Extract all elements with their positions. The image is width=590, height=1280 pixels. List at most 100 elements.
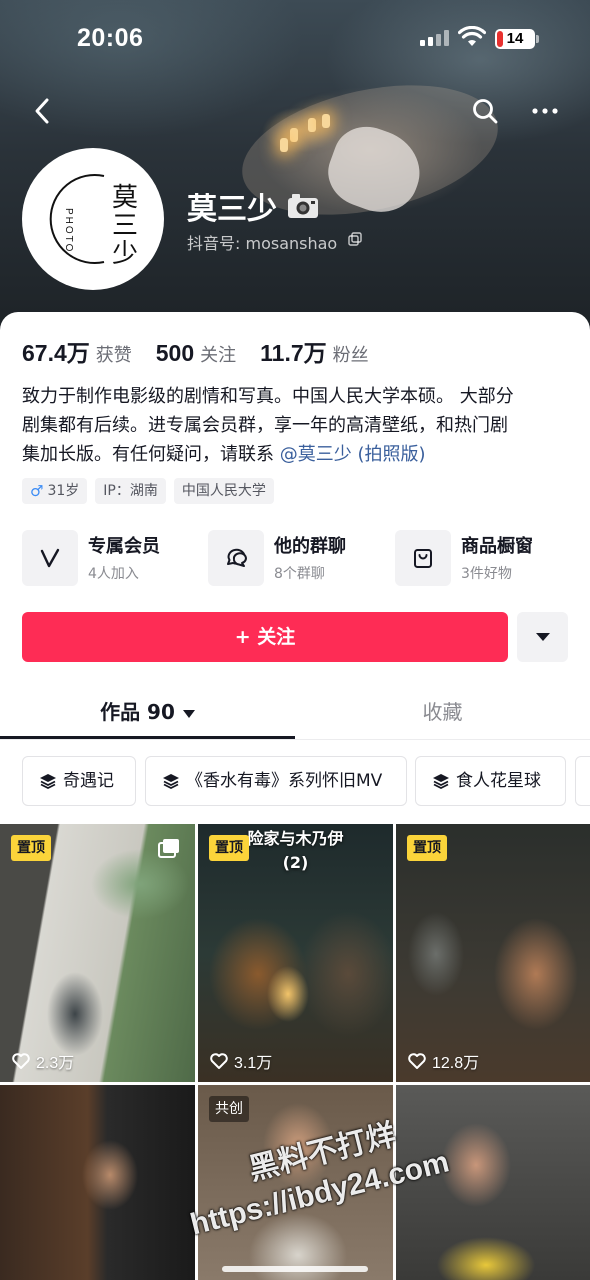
heart-icon xyxy=(12,1053,30,1069)
like-count-value: 12.8万 xyxy=(432,1055,480,1072)
tab-works[interactable]: 作品 90 xyxy=(0,690,295,740)
pinned-badge: 置顶 xyxy=(407,835,447,861)
battery-icon: 14 xyxy=(495,29,535,49)
video-thumbnail[interactable]: 置顶 12.8万 xyxy=(396,824,590,1082)
collection-chip[interactable]: 奇遇记 xyxy=(22,756,136,806)
feature-title: 专属会员 xyxy=(88,536,160,557)
profile-features: 专属会员 4人加入 他的群聊 8个群聊 商品橱窗 3件好物 xyxy=(22,530,578,586)
collection-label: 食人花星球 xyxy=(456,771,541,791)
layers-icon xyxy=(163,774,179,790)
collection-chips: 奇遇记 《香水有毒》系列怀旧MV 食人花星球 xyxy=(22,756,590,806)
layers-icon xyxy=(433,774,449,790)
feature-icon-box xyxy=(208,530,264,586)
tab-favorites[interactable]: 收藏 xyxy=(295,690,590,740)
bio-line-text: 集加长版。有任何疑问，请联系 xyxy=(22,444,274,465)
video-thumbnail[interactable] xyxy=(0,1085,195,1280)
bio-line: 致力于制作电影级的剧情和写真。中国人民大学本硕。 大部分 xyxy=(22,386,514,407)
tag-school[interactable]: 中国人民大学 xyxy=(173,478,274,504)
pinned-badge: 置顶 xyxy=(11,835,51,861)
search-icon[interactable] xyxy=(470,96,500,126)
back-arrow-icon[interactable] xyxy=(28,96,58,126)
camera-badge-icon xyxy=(288,194,318,218)
status-time: 20:06 xyxy=(77,24,144,52)
collection-chip[interactable]: 食人花星球 xyxy=(415,756,566,806)
cellular-signal-icon xyxy=(420,30,450,46)
tag-label: 31岁 xyxy=(47,483,80,499)
shopping-bag-icon xyxy=(414,549,432,568)
copy-icon[interactable] xyxy=(348,232,362,246)
male-gender-icon: ♂ xyxy=(30,482,44,500)
collection-label: 奇遇记 xyxy=(63,771,114,791)
home-indicator[interactable] xyxy=(222,1266,368,1272)
follow-button[interactable]: + 关注 xyxy=(22,612,508,662)
more-options-icon[interactable] xyxy=(530,96,560,126)
tab-active-indicator xyxy=(0,736,295,739)
co-create-badge: 共创 xyxy=(209,1096,249,1122)
tab-label: 收藏 xyxy=(422,700,463,724)
video-thumbnail[interactable]: 置顶 2.3万 xyxy=(0,824,195,1082)
chevron-down-icon xyxy=(536,633,550,641)
avatar-logo-subtext: PHOTO xyxy=(63,208,74,254)
bio-mention-link[interactable]: @莫三少 (拍照版) xyxy=(280,444,426,465)
caret-down-icon xyxy=(182,709,195,718)
tag-label: IP：湖南 xyxy=(103,483,158,499)
candle-light xyxy=(290,128,298,142)
bio-line: 剧集都有后续。进专属会员群，享一年的高清壁纸，和热门剧 xyxy=(22,415,508,436)
stat-following[interactable]: 500 关注 xyxy=(156,340,236,367)
recommend-dropdown-button[interactable] xyxy=(517,612,568,662)
stat-likes[interactable]: 67.4万 获赞 xyxy=(22,334,132,368)
stat-label: 关注 xyxy=(200,345,237,366)
like-count: 2.3万 xyxy=(12,1050,74,1072)
layers-icon xyxy=(40,774,56,790)
avatar-logo-text: 莫三少 xyxy=(111,183,138,269)
video-thumbnail[interactable]: 险家与木乃伊 (2) 置顶 3.1万 xyxy=(198,824,393,1082)
stat-value: 11.7万 xyxy=(260,340,327,366)
stat-followers[interactable]: 11.7万 粉丝 xyxy=(260,334,369,368)
feature-title: 他的群聊 xyxy=(274,536,346,557)
feature-group-chat[interactable]: 他的群聊 8个群聊 xyxy=(208,530,378,586)
candle-light xyxy=(308,118,316,132)
profile-stats: 67.4万 获赞 500 关注 11.7万 粉丝 xyxy=(22,334,393,367)
like-count: 12.8万 xyxy=(408,1050,479,1072)
feature-shop-window[interactable]: 商品橱窗 3件好物 xyxy=(395,530,578,586)
video-thumbnail[interactable] xyxy=(396,1085,590,1280)
stat-label: 获赞 xyxy=(95,345,132,366)
like-count-value: 2.3万 xyxy=(36,1055,75,1072)
pinned-badge: 置顶 xyxy=(209,835,249,861)
profile-name: 莫三少 xyxy=(187,192,277,227)
stat-label: 粉丝 xyxy=(332,345,369,366)
like-count: 3.1万 xyxy=(210,1050,272,1072)
stat-value: 67.4万 xyxy=(22,340,90,366)
avatar[interactable]: 莫三少 PHOTO xyxy=(22,148,164,290)
video-grid: 置顶 2.3万 险家与木乃伊 (2) 置顶 3.1万 置顶 12.8万 共创 xyxy=(0,824,590,1280)
like-count-value: 3.1万 xyxy=(234,1055,273,1072)
heart-icon xyxy=(210,1053,228,1069)
wifi-icon xyxy=(458,26,486,46)
feature-subtitle: 8个群聊 xyxy=(274,566,325,582)
multi-image-icon xyxy=(158,839,179,858)
profile-tags: ♂ 31岁 IP：湖南 中国人民大学 xyxy=(22,478,282,504)
feature-membership[interactable]: 专属会员 4人加入 xyxy=(22,530,192,586)
battery-tip xyxy=(536,35,539,43)
v-badge-icon xyxy=(40,548,60,568)
feature-icon-box xyxy=(22,530,78,586)
collection-chip[interactable]: 《香水有毒》系列怀旧MV xyxy=(145,756,407,806)
feature-title: 商品橱窗 xyxy=(461,536,533,557)
collection-chip[interactable] xyxy=(575,756,590,806)
feature-icon-box xyxy=(395,530,451,586)
heart-icon xyxy=(408,1053,426,1069)
profile-bio: 致力于制作电影级的剧情和写真。中国人民大学本硕。 大部分 剧集都有后续。进专属会… xyxy=(22,382,578,469)
candle-light xyxy=(280,138,288,152)
video-thumbnail[interactable]: 共创 xyxy=(198,1085,393,1280)
tab-label: 作品 90 xyxy=(100,700,175,724)
content-tabs: 作品 90 收藏 xyxy=(0,690,590,740)
chat-bubble-icon xyxy=(227,548,247,567)
feature-subtitle: 3件好物 xyxy=(461,566,512,582)
collection-label: 《香水有毒》系列怀旧MV xyxy=(186,771,383,791)
tag-ip-location: IP：湖南 xyxy=(95,478,166,504)
feature-subtitle: 4人加入 xyxy=(88,566,139,582)
bio-line: 集加长版。有任何疑问，请联系 @莫三少 (拍照版) xyxy=(22,440,578,469)
tag-label: 中国人民大学 xyxy=(181,483,266,499)
avatar-logo-ring xyxy=(49,174,105,264)
tag-gender-age: ♂ 31岁 xyxy=(22,478,88,504)
